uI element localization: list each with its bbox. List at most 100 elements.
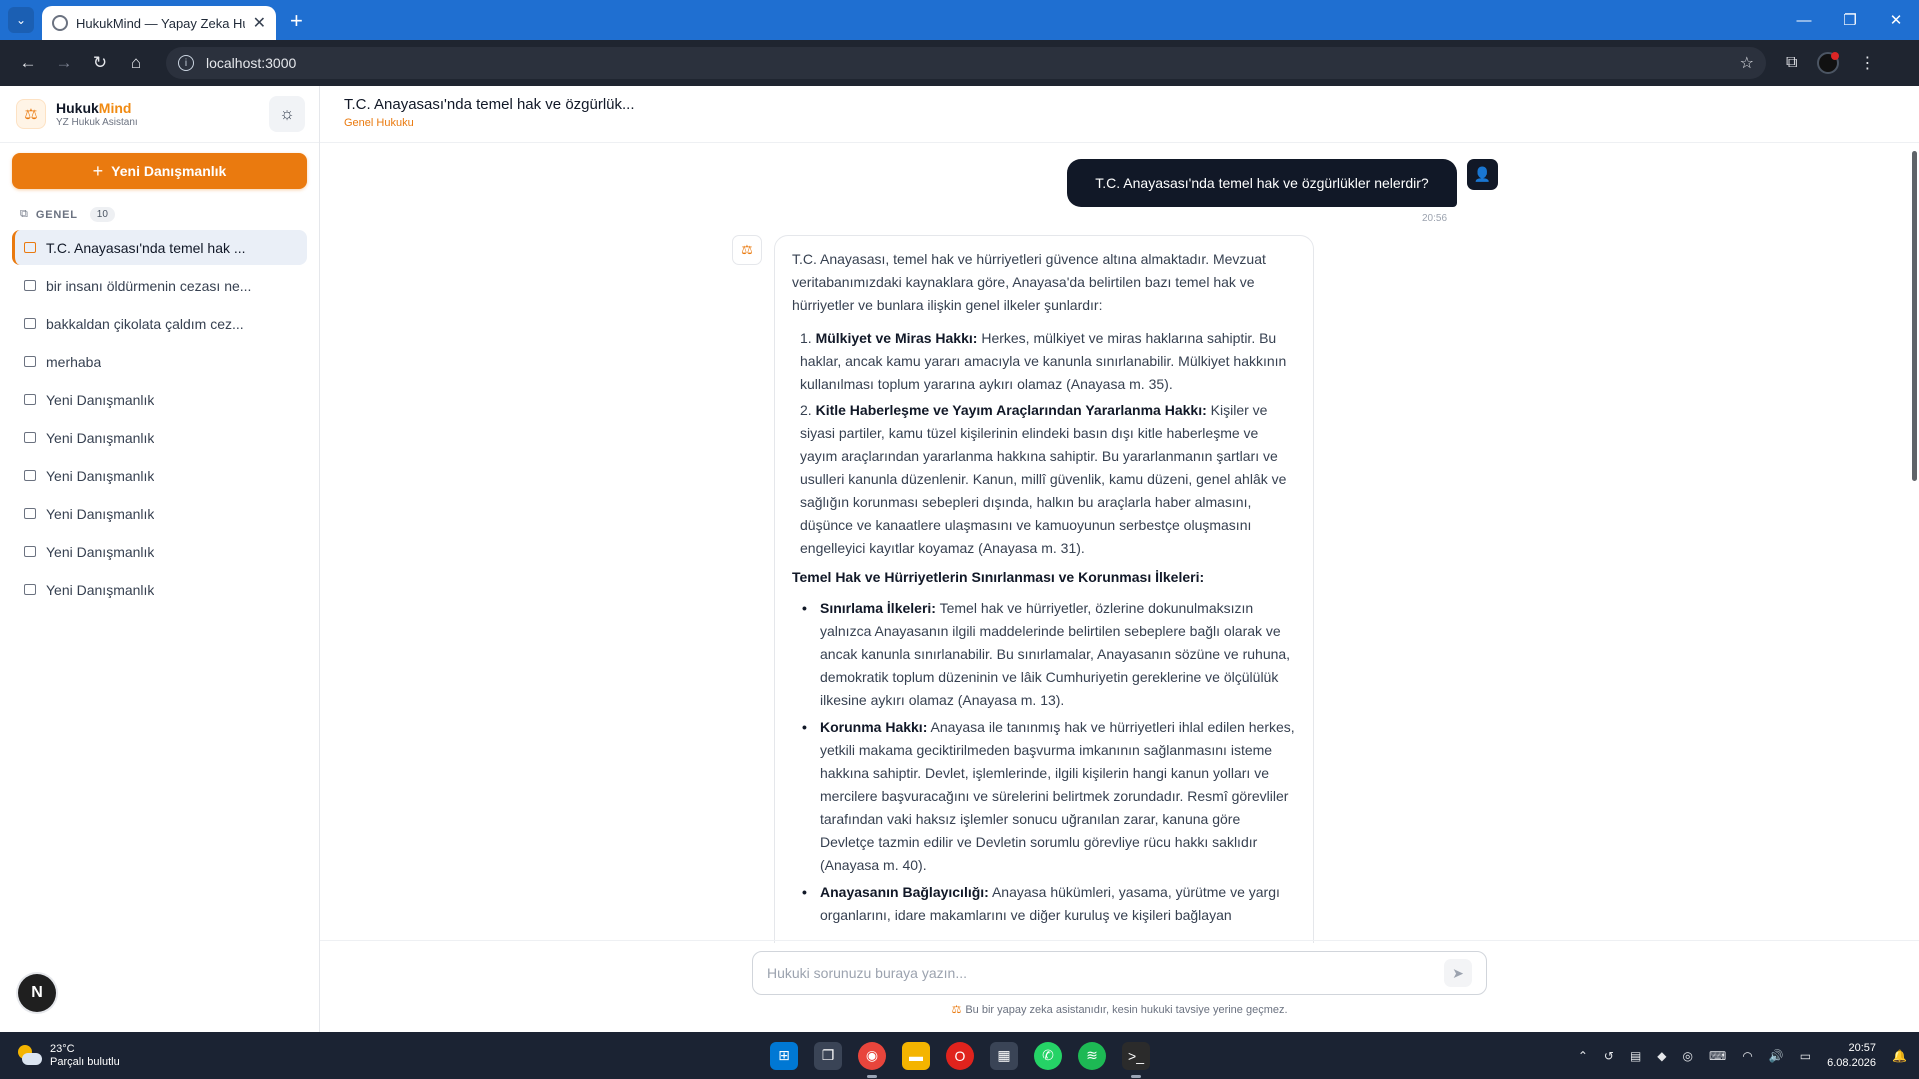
tab-search-button[interactable]: ⌄: [8, 7, 34, 33]
item-title: Kitle Haberleşme ve Yayım Araçlarından Y…: [815, 402, 1207, 418]
profile-avatar[interactable]: [1817, 52, 1840, 74]
home-icon[interactable]: ⌂: [118, 53, 154, 73]
chrome-icon[interactable]: ◉: [858, 1041, 886, 1078]
windows-start-icon[interactable]: ⊞: [770, 1041, 798, 1070]
wifi-icon[interactable]: ◠: [1742, 1049, 1752, 1063]
chat-bubble-icon: [24, 584, 36, 595]
chat-area[interactable]: T.C. Anayasası'nda temel hak ve özgürlük…: [320, 143, 1919, 943]
conversation-label: bir insanı öldürmenin cezası ne...: [46, 277, 252, 294]
url-bar[interactable]: i localhost:3000 ☆: [166, 47, 1766, 79]
conversation-label: merhaba: [46, 353, 102, 370]
minimize-button[interactable]: —: [1781, 12, 1827, 29]
chat-scrollbar[interactable]: [1909, 143, 1919, 943]
volume-icon[interactable]: 🔊: [1769, 1049, 1784, 1063]
warning-icon: ⚖: [951, 1004, 962, 1016]
chat-header: T.C. Anayasası'nda temel hak ve özgürlük…: [320, 86, 1919, 143]
conversation-item[interactable]: Yeni Danışmanlık: [12, 572, 307, 607]
item-title: Mülkiyet ve Miras Hakkı:: [815, 330, 978, 346]
weather-description: Parçalı bulutlu: [50, 1056, 120, 1068]
chat-bubble-icon: [24, 432, 36, 443]
conversation-label: Yeni Danışmanlık: [46, 543, 155, 560]
new-consultation-button[interactable]: + Yeni Danışmanlık: [12, 153, 307, 189]
whatsapp-icon[interactable]: ✆: [1034, 1041, 1062, 1070]
user-message-bubble: T.C. Anayasası'nda temel hak ve özgürlük…: [1067, 159, 1457, 207]
chat-bubble-icon: [24, 280, 36, 291]
browser-tab[interactable]: HukukMind — Yapay Zeka Hukuk Asistanı ✕: [42, 6, 276, 40]
chat-title: T.C. Anayasası'nda temel hak ve özgürlük…: [344, 96, 635, 113]
user-message-time: 20:56: [1422, 213, 1448, 224]
bullet-item: Anayasanın Bağlayıcılığı: Anayasa hüküml…: [800, 881, 1297, 927]
vpn-icon[interactable]: ◎: [1683, 1049, 1693, 1063]
send-icon: ➤: [1452, 964, 1464, 981]
forward-icon[interactable]: →: [46, 53, 82, 73]
bookmark-star-icon[interactable]: ☆: [1740, 53, 1754, 73]
item-text: Kişiler ve siyasi partiler, kamu tüzel k…: [800, 402, 1287, 556]
extensions-icon[interactable]: ⧉: [1786, 54, 1797, 72]
bullet-title: Korunma Hakkı:: [820, 719, 928, 735]
bullet-title: Sınırlama İlkeleri:: [820, 600, 936, 616]
close-icon[interactable]: ✕: [253, 13, 266, 33]
scrollbar-thumb[interactable]: [1912, 151, 1917, 481]
partly-cloudy-icon: [16, 1044, 42, 1067]
reload-icon[interactable]: ↻: [82, 53, 118, 73]
close-window-button[interactable]: ✕: [1873, 11, 1919, 29]
main-panel: T.C. Anayasası'nda temel hak ve özgürlük…: [320, 86, 1919, 1032]
chevron-down-icon: ⌄: [15, 13, 27, 27]
conversation-item[interactable]: merhaba: [12, 344, 307, 379]
battery-icon[interactable]: ▭: [1800, 1049, 1811, 1063]
keyboard-icon[interactable]: ⌨: [1709, 1049, 1726, 1063]
chat-bubble-icon: [24, 470, 36, 481]
send-button[interactable]: ➤: [1444, 959, 1472, 987]
site-info-icon[interactable]: i: [178, 55, 194, 71]
item-number: 1.: [800, 330, 812, 346]
chat-bubble-icon: [24, 394, 36, 405]
url-text[interactable]: localhost:3000: [206, 55, 1728, 71]
composer-area: ➤ ⚖Bu bir yapay zeka asistanıdır, kesin …: [320, 940, 1919, 1032]
chat-bubble-icon: [24, 242, 36, 253]
conversation-label: Yeni Danışmanlık: [46, 467, 155, 484]
browser-tab-bar: ⌄ HukukMind — Yapay Zeka Hukuk Asistanı …: [0, 0, 1919, 40]
sun-icon: ☼: [279, 104, 295, 123]
restore-button[interactable]: ❐: [1827, 11, 1873, 29]
theme-toggle-button[interactable]: ☼: [269, 96, 305, 132]
notification-bell-icon[interactable]: 🔔: [1892, 1049, 1907, 1063]
scales-icon: ⚖: [732, 235, 762, 265]
conversation-item[interactable]: Yeni Danışmanlık: [12, 534, 307, 569]
conversation-item[interactable]: bir insanı öldürmenin cezası ne...: [12, 268, 307, 303]
composer: ➤: [752, 951, 1487, 995]
assistant-bullet-list: Sınırlama İlkeleri: Temel hak ve hürriye…: [792, 597, 1297, 927]
spotify-icon[interactable]: ≋: [1078, 1041, 1106, 1070]
task-view-icon[interactable]: ❐: [814, 1041, 842, 1070]
chevron-up-icon[interactable]: ⌃: [1578, 1049, 1588, 1063]
bullet-text: Temel hak ve hürriyetler, özlerine dokun…: [820, 600, 1291, 708]
new-tab-button[interactable]: +: [290, 8, 303, 34]
file-explorer-icon[interactable]: ▬: [902, 1041, 930, 1070]
conversation-item[interactable]: Yeni Danışmanlık: [12, 458, 307, 493]
conversation-item[interactable]: Yeni Danışmanlık: [12, 496, 307, 531]
question-input[interactable]: [767, 965, 1444, 981]
conversation-item[interactable]: T.C. Anayasası'nda temel hak ...: [12, 230, 307, 265]
conversation-label: Yeni Danışmanlık: [46, 505, 155, 522]
network-adapter-icon[interactable]: ▤: [1630, 1049, 1641, 1063]
weather-widget[interactable]: 23°C Parçalı bulutlu: [16, 1043, 120, 1068]
bullet-title: Anayasanın Bağlayıcılığı:: [820, 884, 989, 900]
conversation-item[interactable]: Yeni Danışmanlık: [12, 420, 307, 455]
back-icon[interactable]: ←: [10, 53, 46, 73]
conversation-label: Yeni Danışmanlık: [46, 391, 155, 408]
scales-icon: ⚖: [16, 99, 46, 129]
store-icon[interactable]: ▦: [990, 1041, 1018, 1070]
update-icon[interactable]: ↺: [1604, 1049, 1614, 1063]
numbered-item: 1. Mülkiyet ve Miras Hakkı: Herkes, mülk…: [800, 327, 1297, 396]
conversation-group-header[interactable]: ⧉ GENEL 10: [20, 207, 319, 222]
conversation-item[interactable]: bakkaldan çikolata çaldım cez...: [12, 306, 307, 341]
n-badge[interactable]: N: [18, 974, 56, 1012]
opera-icon[interactable]: O: [946, 1041, 974, 1070]
group-label: GENEL: [35, 208, 78, 221]
bullet-item: Korunma Hakkı: Anayasa ile tanınmış hak …: [800, 716, 1297, 877]
conversation-item[interactable]: Yeni Danışmanlık: [12, 382, 307, 417]
terminal-icon[interactable]: >_: [1122, 1041, 1150, 1078]
clock[interactable]: 20:57 6.08.2026: [1827, 1041, 1876, 1071]
more-menu-icon[interactable]: ⋮: [1859, 53, 1875, 73]
nvidia-icon[interactable]: ◆: [1657, 1049, 1666, 1063]
user-icon: 👤: [1467, 159, 1498, 190]
